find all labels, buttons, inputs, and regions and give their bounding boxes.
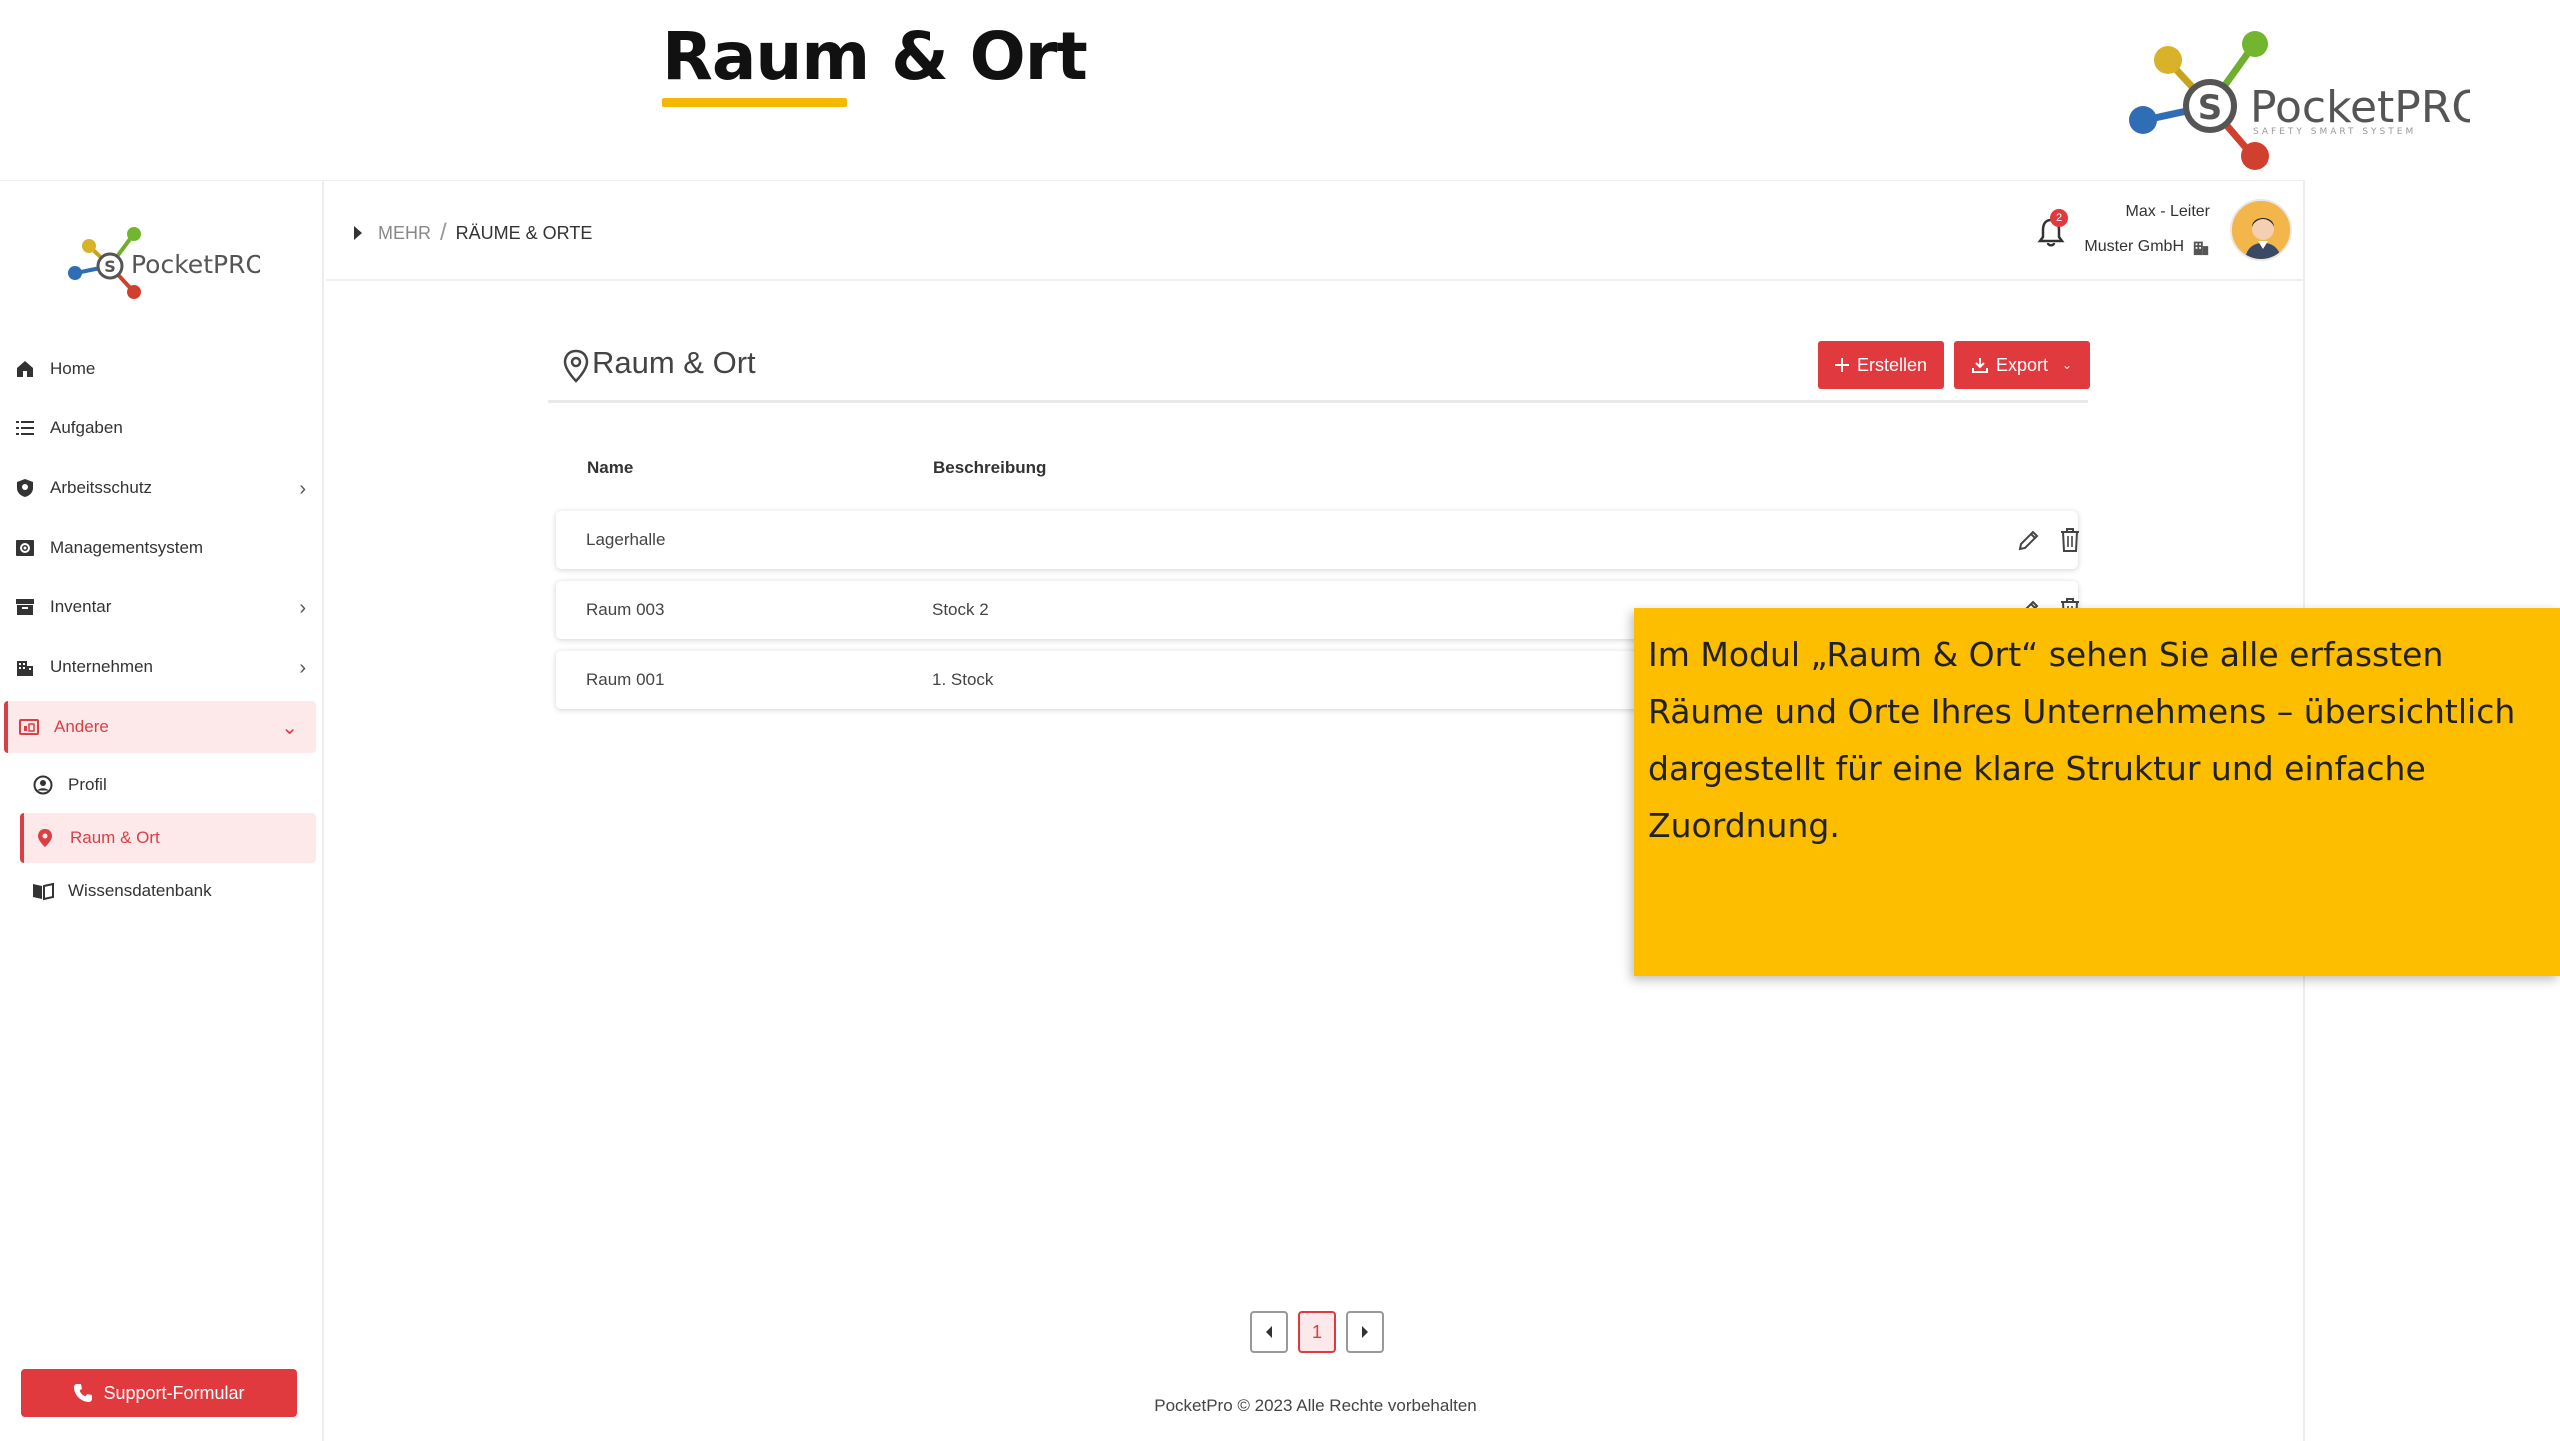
brand-logo: S PocketPRO SAFETY SMART SYSTEM [2125, 28, 2486, 173]
sidebar-item-inventar[interactable]: Inventar › [0, 577, 324, 637]
avatar[interactable] [2230, 199, 2292, 261]
breadcrumb-current: RÄUME & ORTE [455, 222, 593, 243]
sidebar-item-label: Unternehmen [50, 656, 154, 676]
sidebar-item-label: Home [50, 358, 96, 378]
download-icon [1971, 357, 1988, 373]
sidebar-item-arbeitsschutz[interactable]: Arbeitsschutz › [0, 458, 324, 518]
notification-badge: 2 [2050, 209, 2068, 227]
location-pin-icon [562, 349, 590, 388]
sidebar-item-managementsystem[interactable]: Managementsystem [0, 518, 324, 578]
home-icon [14, 358, 36, 380]
sidebar-item-label: Managementsystem [50, 537, 204, 557]
chevron-right-icon: › [299, 656, 306, 679]
top-bar: MEHR / RÄUME & ORTE 2 Max - Leiter Muste… [326, 181, 2305, 281]
settings-box-icon [14, 537, 36, 559]
support-form-label: Support-Formular [103, 1382, 245, 1403]
breadcrumb-separator: / [440, 219, 447, 246]
phone-icon [73, 1383, 93, 1403]
sidebar-item-label: Arbeitsschutz [50, 477, 153, 497]
trash-icon[interactable] [2059, 527, 2081, 558]
chevron-down-icon: ⌄ [2061, 358, 2073, 372]
prev-page-button[interactable] [1250, 1311, 1288, 1353]
chevron-down-icon: ⌄ [281, 716, 298, 739]
location-pin-icon [34, 827, 56, 849]
archive-icon [14, 596, 36, 618]
column-header-name[interactable]: Name [587, 458, 633, 478]
svg-text:S: S [2198, 88, 2223, 128]
user-circle-icon [32, 774, 54, 796]
svg-text:PocketPRO: PocketPRO [131, 250, 260, 279]
export-label: Export [1995, 354, 2048, 375]
title-underline [662, 98, 847, 107]
caret-right-icon [354, 226, 362, 240]
svg-text:S: S [104, 257, 116, 276]
chevron-right-icon: › [299, 478, 306, 501]
cell-description: 1. Stock [932, 670, 994, 689]
svg-text:SAFETY SMART SYSTEM: SAFETY SMART SYSTEM [2253, 127, 2416, 137]
cell-name: Raum 003 [586, 600, 665, 619]
building-icon [2192, 238, 2210, 256]
plus-icon [1834, 358, 1849, 372]
sidebar-item-label: Aufgaben [50, 418, 123, 438]
shield-icon [14, 477, 36, 499]
sidebar-subitem-profil[interactable]: Profil [0, 757, 324, 813]
table-row[interactable]: Lagerhalle [556, 511, 2081, 569]
sidebar-item-unternehmen[interactable]: Unternehmen › [0, 637, 324, 697]
column-header-description[interactable]: Beschreibung [933, 458, 1046, 478]
cell-description: Stock 2 [932, 600, 989, 619]
other-icon [18, 716, 40, 738]
sidebar: S PocketPRO Home Aufgaben Arbeitsschutz … [0, 181, 324, 1441]
pagination: 1 [1250, 1311, 1384, 1353]
cell-name: Lagerhalle [586, 530, 666, 549]
user-name: Max - Leiter [2125, 203, 2210, 220]
info-callout: Im Modul „Raum & Ort“ sehen Sie alle erf… [1634, 608, 2560, 976]
sidebar-subitem-label: Raum & Ort [70, 827, 160, 847]
list-icon [14, 417, 36, 439]
breadcrumb-item[interactable]: MEHR [378, 223, 431, 244]
slide-title: Raum & Ort [662, 18, 1088, 95]
sidebar-item-label: Inventar [50, 597, 112, 617]
page-number-button[interactable]: 1 [1298, 1311, 1336, 1353]
support-form-button[interactable]: Support-Formular [21, 1369, 297, 1417]
sidebar-item-aufgaben[interactable]: Aufgaben [0, 399, 324, 459]
user-company: Muster GmbH [2084, 238, 2210, 256]
svg-text:PocketPRO: PocketPRO [2250, 82, 2470, 133]
company-name: Muster GmbH [2084, 238, 2184, 255]
breadcrumb: MEHR / RÄUME & ORTE [354, 219, 592, 247]
next-page-button[interactable] [1346, 1311, 1384, 1353]
sidebar-subitem-raum-ort[interactable]: Raum & Ort [20, 812, 316, 863]
edit-icon[interactable] [2016, 527, 2042, 558]
sidebar-item-label: Andere [54, 716, 109, 736]
sidebar-nav: Home Aufgaben Arbeitsschutz › Management… [0, 339, 324, 919]
sidebar-subitem-label: Profil [68, 774, 107, 794]
create-button[interactable]: Erstellen [1818, 341, 1944, 389]
create-label: Erstellen [1856, 354, 1928, 375]
cell-name: Raum 001 [586, 670, 665, 689]
page-title: Raum & Ort [592, 345, 756, 380]
sidebar-subitem-wissensdatenbank[interactable]: Wissensdatenbank [0, 863, 324, 919]
building-icon [14, 656, 36, 678]
book-icon [32, 880, 54, 902]
chevron-right-icon: › [299, 597, 306, 620]
footer-copyright: PocketPro © 2023 Alle Rechte vorbehalten [1154, 1396, 1477, 1415]
export-button[interactable]: Export ⌄ [1954, 341, 2090, 389]
sidebar-item-andere[interactable]: Andere ⌄ [4, 700, 316, 753]
sidebar-item-home[interactable]: Home [0, 339, 324, 399]
sidebar-logo[interactable]: S PocketPRO [60, 211, 265, 311]
sidebar-subitem-label: Wissensdatenbank [68, 880, 212, 900]
